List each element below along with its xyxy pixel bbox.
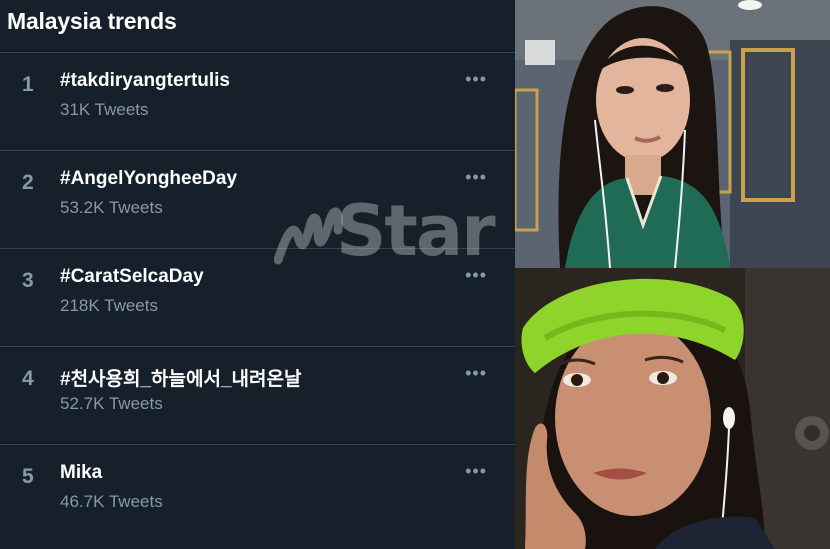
trend-tweet-count: 218K Tweets — [60, 296, 158, 315]
trend-item-5[interactable]: 5 Mika 46.7K Tweets ••• — [0, 445, 515, 543]
trend-rank: 4 — [22, 367, 34, 390]
trend-name[interactable]: #천사용희_하늘에서_내려온날 — [60, 364, 301, 391]
more-horizontal-icon[interactable]: ••• — [465, 167, 487, 188]
trend-list: 1 #takdiryangtertulis 31K Tweets ••• 2 #… — [0, 53, 515, 543]
trend-rank: 3 — [22, 269, 34, 292]
trend-tweet-count: 31K Tweets — [60, 100, 149, 119]
video-participant-top — [515, 0, 830, 268]
participant-image-top — [515, 0, 830, 268]
trends-title: Malaysia trends — [7, 8, 177, 34]
participant-image-bottom — [515, 268, 830, 549]
video-participant-bottom — [515, 268, 830, 549]
more-horizontal-icon[interactable]: ••• — [465, 69, 487, 90]
trend-tweet-count: 52.7K Tweets — [60, 394, 163, 413]
more-horizontal-icon[interactable]: ••• — [465, 461, 487, 482]
trend-item-4[interactable]: 4 #천사용희_하늘에서_내려온날 52.7K Tweets ••• — [0, 347, 515, 445]
trend-rank: 2 — [22, 171, 34, 194]
trend-item-1[interactable]: 1 #takdiryangtertulis 31K Tweets ••• — [0, 53, 515, 151]
trend-name[interactable]: #CaratSelcaDay — [60, 266, 204, 288]
trend-item-3[interactable]: 3 #CaratSelcaDay 218K Tweets ••• — [0, 249, 515, 347]
trend-name[interactable]: #takdiryangtertulis — [60, 70, 230, 92]
trend-tweet-count: 53.2K Tweets — [60, 198, 163, 217]
trend-rank: 5 — [22, 465, 34, 488]
trend-name[interactable]: #AngelYongheeDay — [60, 168, 237, 190]
more-horizontal-icon[interactable]: ••• — [465, 265, 487, 286]
trend-name[interactable]: Mika — [60, 462, 102, 484]
trend-item-2[interactable]: 2 #AngelYongheeDay 53.2K Tweets ••• — [0, 151, 515, 249]
floating-control-button[interactable] — [795, 416, 829, 450]
trend-tweet-count: 46.7K Tweets — [60, 492, 163, 511]
trends-panel: Malaysia trends 1 #takdiryangtertulis 31… — [0, 0, 515, 549]
more-horizontal-icon[interactable]: ••• — [465, 363, 487, 384]
trend-rank: 1 — [22, 73, 34, 96]
